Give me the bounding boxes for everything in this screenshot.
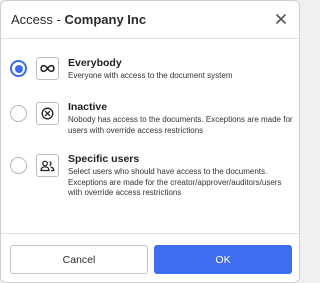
option-specific-users[interactable]: Specific users Select users who should h… [1, 153, 299, 217]
dialog-title-prefix: Access - [11, 12, 65, 27]
close-button[interactable] [272, 10, 290, 28]
dialog-footer: Cancel OK [1, 233, 299, 282]
circle-x-icon [36, 102, 59, 125]
option-desc-everybody: Everyone with access to the document sys… [68, 71, 233, 80]
option-desc-inactive: Nobody has access to the documents. Exce… [68, 115, 293, 135]
radio-specific-users[interactable] [10, 157, 27, 174]
option-desc-specific-users: Select users who should have access to t… [68, 167, 282, 197]
option-title-specific-users: Specific users [68, 153, 140, 165]
option-title-everybody: Everybody [68, 57, 122, 69]
radio-inactive[interactable] [10, 105, 27, 122]
option-inactive[interactable]: Inactive Nobody has access to the docume… [1, 101, 299, 141]
close-icon [276, 14, 286, 24]
radio-everybody[interactable] [10, 60, 27, 77]
dialog-title-company: Company Inc [64, 12, 147, 27]
dialog-header: Access - Company Inc [1, 1, 299, 39]
option-everybody[interactable]: Everybody Everyone with access to the do… [1, 57, 299, 89]
ok-button[interactable]: OK [154, 245, 292, 274]
access-dialog: Access - Company Inc Everybody Everyone … [0, 0, 300, 283]
option-title-inactive: Inactive [68, 101, 108, 113]
cancel-button[interactable]: Cancel [10, 245, 148, 274]
infinity-icon [36, 57, 59, 80]
users-icon [36, 154, 59, 177]
dialog-title: Access - Company Inc [11, 12, 146, 27]
